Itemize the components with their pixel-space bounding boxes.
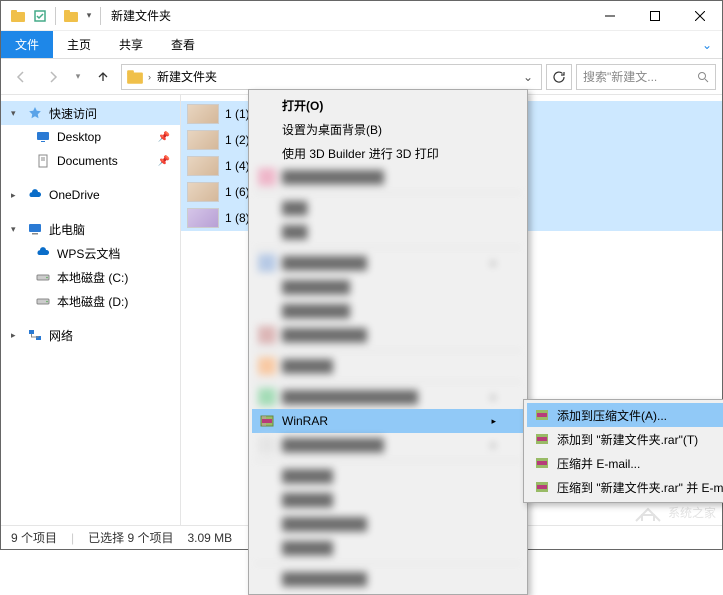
nav-forward-button[interactable] <box>39 63 67 91</box>
sidebar-item-wps-cloud[interactable]: WPS云文档 <box>1 241 180 265</box>
submenu-compress-to-email[interactable]: 压缩到 "新建文件夹.rar" 并 E-m <box>527 475 723 499</box>
sidebar-item-label: 快速访问 <box>49 105 97 122</box>
onedrive-icon <box>27 187 43 203</box>
winrar-submenu: 添加到压缩文件(A)... 添加到 "新建文件夹.rar"(T) 压缩并 E-m… <box>523 399 723 503</box>
file-thumbnail <box>187 104 219 124</box>
ribbon-tabs: 文件 主页 共享 查看 ⌄ <box>1 31 722 59</box>
file-thumbnail <box>187 208 219 228</box>
sidebar-item-label: 本地磁盘 (C:) <box>57 269 128 286</box>
winrar-icon <box>533 454 551 472</box>
menu-winrar[interactable]: WinRAR ▸ <box>252 409 524 433</box>
nav-back-button[interactable] <box>7 63 35 91</box>
sidebar-item-label: 本地磁盘 (D:) <box>57 293 128 310</box>
disk-icon <box>35 293 51 309</box>
menu-set-desktop-bg[interactable]: 设置为桌面背景(B) <box>252 117 524 141</box>
breadcrumb[interactable]: 新建文件夹 <box>151 68 223 85</box>
winrar-icon <box>533 406 551 424</box>
file-thumbnail <box>187 130 219 150</box>
pin-icon: 📌 <box>158 132 170 143</box>
sidebar-item-quick-access[interactable]: ▾ 快速访问 <box>1 101 180 125</box>
folder-icon <box>126 68 144 86</box>
navigation-pane: ▾ 快速访问 Desktop 📌 Documents 📌 ▸ OneDr <box>1 95 181 525</box>
status-size: 3.09 MB <box>187 531 232 545</box>
file-thumbnail <box>187 156 219 176</box>
chevron-right-icon[interactable]: ▸ <box>11 190 21 201</box>
disk-icon <box>35 269 51 285</box>
ribbon-expand-icon[interactable]: ⌄ <box>692 31 722 58</box>
system-menu-icon[interactable] <box>7 5 29 27</box>
sidebar-item-onedrive[interactable]: ▸ OneDrive <box>1 183 180 207</box>
address-input[interactable]: › 新建文件夹 ⌄ <box>121 64 542 90</box>
title-bar: ▾ 新建文件夹 <box>1 1 722 31</box>
search-icon <box>697 71 709 83</box>
chevron-down-icon[interactable]: ▾ <box>11 224 21 235</box>
computer-icon <box>27 221 43 237</box>
close-button[interactable] <box>677 1 722 31</box>
minimize-button[interactable] <box>587 1 632 31</box>
winrar-icon <box>533 478 551 496</box>
tab-view[interactable]: 查看 <box>157 31 209 58</box>
status-item-count: 9 个项目 <box>11 529 57 546</box>
submenu-arrow-icon: ▸ <box>491 416 496 427</box>
network-icon <box>27 327 43 343</box>
pin-icon: 📌 <box>158 156 170 167</box>
file-thumbnail <box>187 182 219 202</box>
tab-share[interactable]: 共享 <box>105 31 157 58</box>
chevron-right-icon[interactable]: ▸ <box>11 330 21 341</box>
submenu-add-to-archive[interactable]: 添加到压缩文件(A)... <box>527 403 723 427</box>
sidebar-item-local-disk-c[interactable]: 本地磁盘 (C:) <box>1 265 180 289</box>
tab-file[interactable]: 文件 <box>1 31 53 58</box>
submenu-add-to-named[interactable]: 添加到 "新建文件夹.rar"(T) <box>527 427 723 451</box>
desktop-icon <box>35 129 51 145</box>
search-input[interactable]: 搜索"新建文... <box>576 64 716 90</box>
cloud-icon <box>35 245 51 261</box>
address-dropdown-icon[interactable]: ⌄ <box>519 70 537 84</box>
winrar-icon <box>533 430 551 448</box>
sidebar-item-network[interactable]: ▸ 网络 <box>1 323 180 347</box>
star-icon <box>27 105 43 121</box>
sidebar-item-label: Desktop <box>57 130 101 144</box>
winrar-icon <box>258 412 276 430</box>
window-title: 新建文件夹 <box>111 7 171 24</box>
sidebar-item-label: 此电脑 <box>49 221 85 238</box>
submenu-compress-email[interactable]: 压缩并 E-mail... <box>527 451 723 475</box>
refresh-button[interactable] <box>546 64 572 90</box>
qat-dropdown-icon[interactable]: ▾ <box>82 5 96 27</box>
nav-recent-dropdown[interactable]: ▾ <box>71 63 85 91</box>
sidebar-item-documents[interactable]: Documents 📌 <box>1 149 180 173</box>
sidebar-item-label: OneDrive <box>49 188 100 202</box>
tab-home[interactable]: 主页 <box>53 31 105 58</box>
sidebar-item-this-pc[interactable]: ▾ 此电脑 <box>1 217 180 241</box>
status-selected-count: 已选择 9 个项目 <box>88 529 173 546</box>
chevron-down-icon[interactable]: ▾ <box>11 108 21 119</box>
context-menu: 打开(O) 设置为桌面背景(B) 使用 3D Builder 进行 3D 打印 … <box>248 89 528 595</box>
maximize-button[interactable] <box>632 1 677 31</box>
sidebar-item-label: 网络 <box>49 327 73 344</box>
sidebar-item-desktop[interactable]: Desktop 📌 <box>1 125 180 149</box>
menu-open[interactable]: 打开(O) <box>252 93 524 117</box>
search-placeholder: 搜索"新建文... <box>583 68 697 85</box>
nav-up-button[interactable] <box>89 63 117 91</box>
sidebar-item-label: Documents <box>57 154 118 168</box>
watermark: 系统之家 <box>634 501 716 523</box>
sidebar-item-local-disk-d[interactable]: 本地磁盘 (D:) <box>1 289 180 313</box>
documents-icon <box>35 153 51 169</box>
sidebar-item-label: WPS云文档 <box>57 245 120 262</box>
qat-new-folder-icon[interactable] <box>60 5 82 27</box>
qat-properties-icon[interactable] <box>29 5 51 27</box>
menu-3d-builder[interactable]: 使用 3D Builder 进行 3D 打印 <box>252 141 524 165</box>
